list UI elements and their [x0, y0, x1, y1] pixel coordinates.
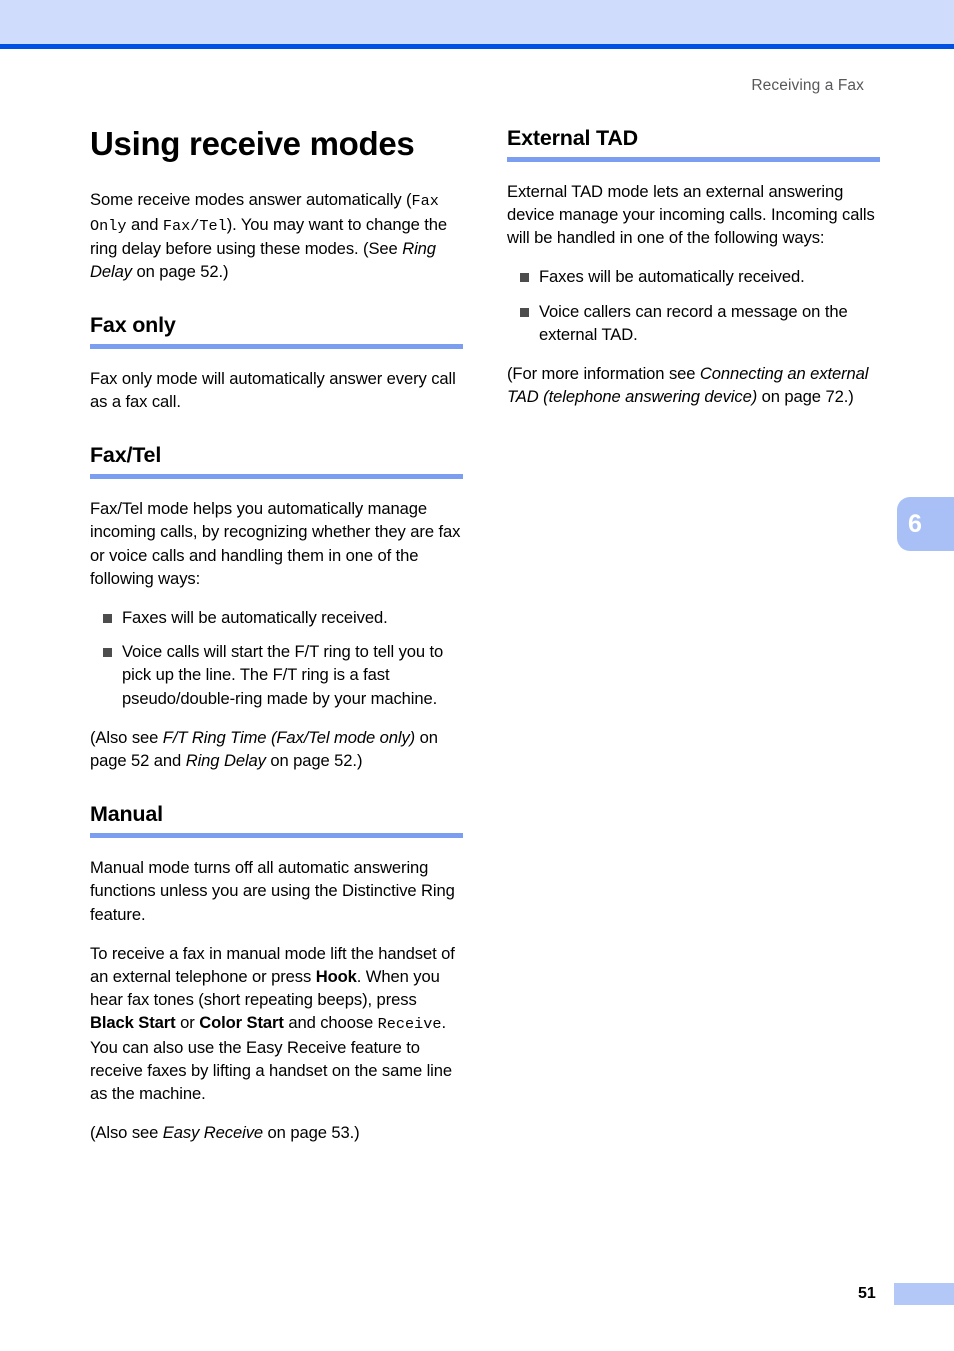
intro-text-2: and	[126, 214, 163, 234]
manual-text-4: and choose	[283, 1013, 378, 1033]
ref-ft-ring-time: F/T Ring Time (Fax/Tel mode only)	[162, 727, 416, 747]
ref-text-1: (For more information see	[507, 364, 700, 384]
fax-tel-body: Fax/Tel mode helps you automatically man…	[90, 499, 461, 588]
ref-text-2: on page 53.)	[263, 1123, 360, 1143]
page-content: Using receive modes Some receive modes a…	[90, 125, 880, 1145]
external-tad-cross-reference: (For more information see Connecting an …	[507, 362, 880, 408]
list-item-label: Faxes will be automatically received.	[122, 608, 388, 628]
list-item-label: Faxes will be automatically received.	[539, 267, 805, 287]
external-tad-bullet-list: Faxes will be automatically received. Vo…	[507, 265, 880, 346]
fax-tel-bullet-list: Faxes will be automatically received. Vo…	[90, 606, 463, 710]
ref-ring-delay: Ring Delay	[185, 751, 266, 771]
section-fax-tel: Fax/Tel Fax/Tel mode helps you automatic…	[90, 443, 463, 772]
page-title: Using receive modes	[90, 125, 415, 162]
list-item: Faxes will be automatically received.	[90, 606, 463, 629]
ref-text-1: (Also see	[90, 1123, 163, 1143]
square-bullet-icon	[103, 648, 112, 658]
manual-key-hook: Hook	[315, 966, 357, 986]
chapter-thumb-tab: 6	[897, 497, 954, 551]
manual-cross-reference: (Also see Easy Receive on page 53.)	[90, 1121, 463, 1144]
manual-text-3: or	[175, 1013, 200, 1033]
heading-rule	[90, 474, 463, 480]
section-heading-fax-tel: Fax/Tel	[90, 443, 162, 468]
manual-code-receive: Receive	[377, 1015, 442, 1034]
ref-easy-receive: Easy Receive	[162, 1123, 264, 1143]
section-heading-fax-only: Fax only	[90, 313, 176, 338]
heading-rule	[90, 833, 463, 839]
ref-text-1: (Also see	[90, 727, 163, 747]
footer-accent-bar	[894, 1283, 954, 1305]
square-bullet-icon	[520, 273, 529, 283]
two-column-layout: Using receive modes Some receive modes a…	[90, 125, 880, 1145]
right-column: External TAD External TAD mode lets an e…	[507, 126, 880, 408]
page-number: 51	[858, 1285, 876, 1302]
page-top-rule	[0, 44, 954, 49]
running-header: Receiving a Fax	[751, 77, 864, 94]
list-item: Faxes will be automatically received.	[507, 265, 880, 288]
list-item: Voice calls will start the F/T ring to t…	[90, 640, 463, 710]
section-fax-only: Fax only Fax only mode will automaticall…	[90, 313, 463, 413]
intro-text-1: Some receive modes answer automatically …	[90, 190, 412, 210]
manual-key-color-start: Color Start	[199, 1013, 284, 1033]
fax-tel-cross-reference: (Also see F/T Ring Time (Fax/Tel mode on…	[90, 726, 463, 772]
intro-text-4: on page 52.)	[131, 262, 229, 282]
intro-paragraph: Some receive modes answer automatically …	[90, 188, 463, 283]
fax-only-body: Fax only mode will automatically answer …	[90, 369, 456, 412]
ref-text-3: on page 52.)	[265, 751, 363, 771]
square-bullet-icon	[103, 614, 112, 624]
section-heading-external-tad: External TAD	[507, 126, 639, 150]
left-column: Using receive modes Some receive modes a…	[90, 125, 463, 1145]
heading-rule	[90, 344, 463, 350]
ref-text-2: on page 72.)	[757, 387, 854, 407]
list-item-label: Voice calls will start the F/T ring to t…	[122, 642, 444, 708]
square-bullet-icon	[520, 307, 529, 317]
section-manual: Manual Manual mode turns off all automat…	[90, 802, 463, 1144]
section-heading-manual: Manual	[90, 802, 163, 827]
heading-rule	[507, 156, 880, 162]
manual-key-black-start: Black Start	[90, 1013, 176, 1033]
chapter-number: 6	[908, 509, 922, 538]
external-tad-body: External TAD mode lets an external answe…	[507, 181, 875, 248]
list-item: Voice callers can record a message on th…	[507, 300, 880, 346]
list-item-label: Voice callers can record a message on th…	[539, 301, 848, 344]
section-external-tad: External TAD External TAD mode lets an e…	[507, 126, 880, 408]
manual-body-1: Manual mode turns off all automatic answ…	[90, 858, 455, 924]
intro-code-fax-tel: Fax/Tel	[162, 216, 227, 235]
manual-body-2: To receive a fax in manual mode lift the…	[90, 942, 463, 1106]
page-top-band	[0, 0, 954, 44]
